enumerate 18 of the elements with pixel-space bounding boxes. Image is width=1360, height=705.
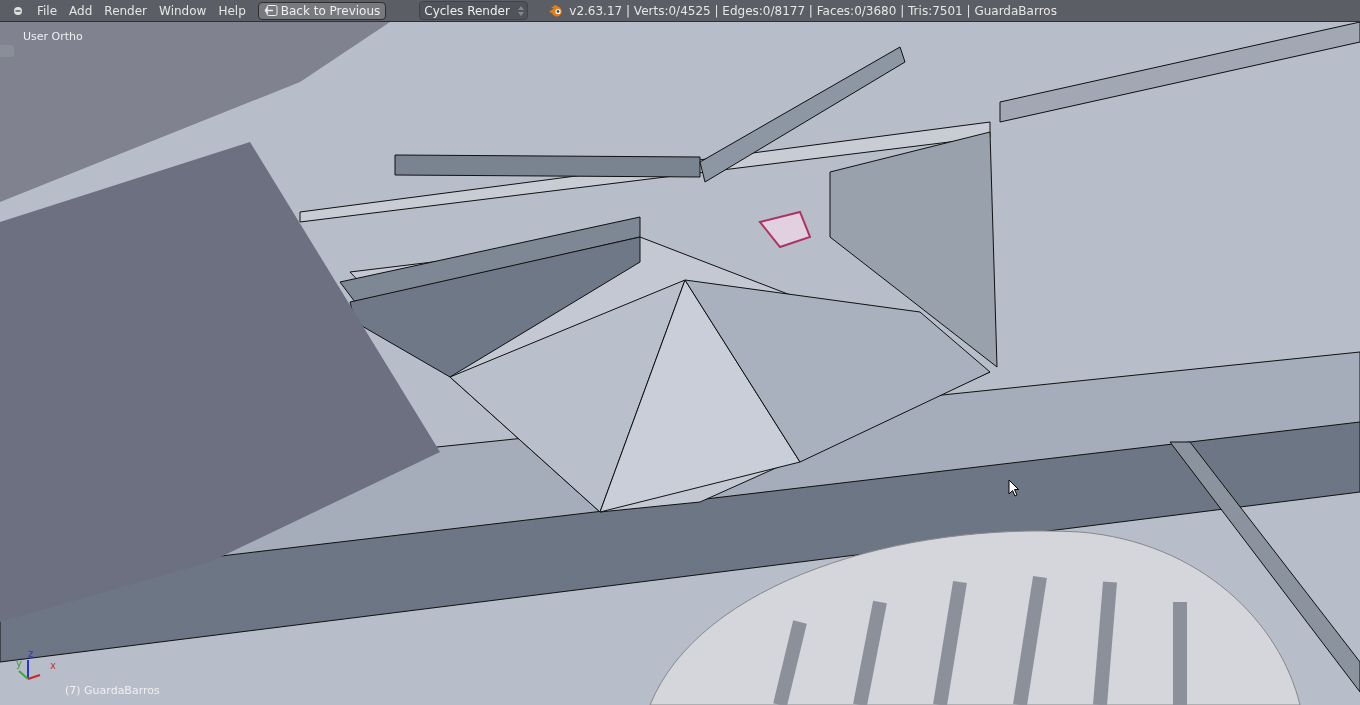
cursor-icon — [1008, 479, 1019, 497]
view-label: User Ortho — [23, 29, 83, 45]
dropdown-arrows-icon — [518, 4, 525, 17]
menu-item[interactable]: Add — [65, 1, 97, 20]
3d-viewport[interactable]: User Ortho z y x (7) GuardaBarros — [0, 22, 1360, 705]
menu-item[interactable]: Window — [155, 1, 211, 20]
y-axis-label: y — [16, 657, 22, 671]
render-engine-dropdown[interactable]: Cycles Render — [419, 1, 529, 20]
collapse-icon[interactable] — [13, 5, 23, 16]
z-axis-label: z — [28, 647, 34, 661]
x-axis-label: x — [50, 659, 56, 673]
menu-item[interactable]: File — [33, 1, 62, 20]
scene-statistics: v2.63.17 | Verts:0/4525 | Edges:0/8177 | Faces:0/3680 | Tris:7501 | GuardaBarros — [569, 2, 1057, 20]
blender-logo-icon — [548, 4, 565, 17]
menu-item[interactable]: Render — [100, 1, 152, 20]
menu-item[interactable]: Help — [214, 1, 250, 20]
back-to-previous-button[interactable]: Back to Previous — [257, 1, 387, 20]
object-label: (7) GuardaBarros — [65, 683, 160, 699]
